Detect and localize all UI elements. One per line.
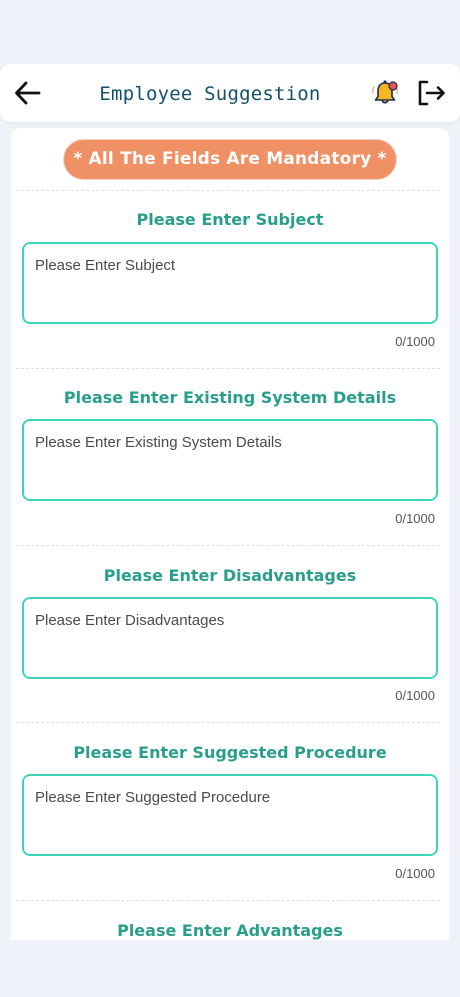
divider [16,545,440,546]
divider [16,368,440,369]
arrow-left-icon [15,81,41,105]
existing-system-input[interactable]: Please Enter Existing System Details [22,419,438,501]
subject-char-counter: 0/1000 [395,334,435,349]
disadvantages-input[interactable]: Please Enter Disadvantages [22,597,438,679]
disadvantages-placeholder: Please Enter Disadvantages [35,612,225,629]
suggestion-form: * All The Fields Are Mandatory * Please … [11,128,449,940]
logout-icon [418,80,445,106]
divider [16,900,440,901]
mandatory-notice: * All The Fields Are Mandatory * [63,139,397,180]
suggested-procedure-char-counter: 0/1000 [395,866,435,881]
logout-button[interactable] [414,78,448,108]
suggested-procedure-placeholder: Please Enter Suggested Procedure [35,789,271,806]
page-title: Employee Suggestion [99,83,321,105]
subject-label: Please Enter Subject [136,210,324,229]
disadvantages-label: Please Enter Disadvantages [103,566,357,585]
disadvantages-char-counter: 0/1000 [395,688,435,703]
divider [16,190,440,191]
back-button[interactable] [12,78,44,108]
divider [16,722,440,723]
app-header: Employee Suggestion [0,64,460,122]
existing-system-char-counter: 0/1000 [395,511,435,526]
bell-notification-icon [371,80,399,104]
existing-system-label: Please Enter Existing System Details [63,388,397,407]
suggested-procedure-input[interactable]: Please Enter Suggested Procedure [22,774,438,856]
subject-placeholder: Please Enter Subject [35,257,176,274]
subject-input[interactable]: Please Enter Subject [22,242,438,324]
existing-system-placeholder: Please Enter Existing System Details [35,434,282,451]
suggested-procedure-label: Please Enter Suggested Procedure [73,743,387,762]
notifications-button[interactable] [370,77,400,109]
advantages-label: Please Enter Advantages [117,921,343,940]
